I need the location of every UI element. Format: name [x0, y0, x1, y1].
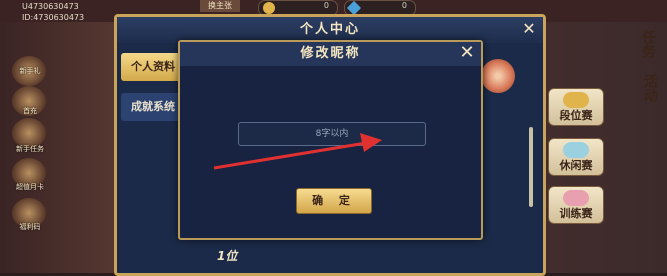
arrow-annotation	[213, 133, 382, 170]
